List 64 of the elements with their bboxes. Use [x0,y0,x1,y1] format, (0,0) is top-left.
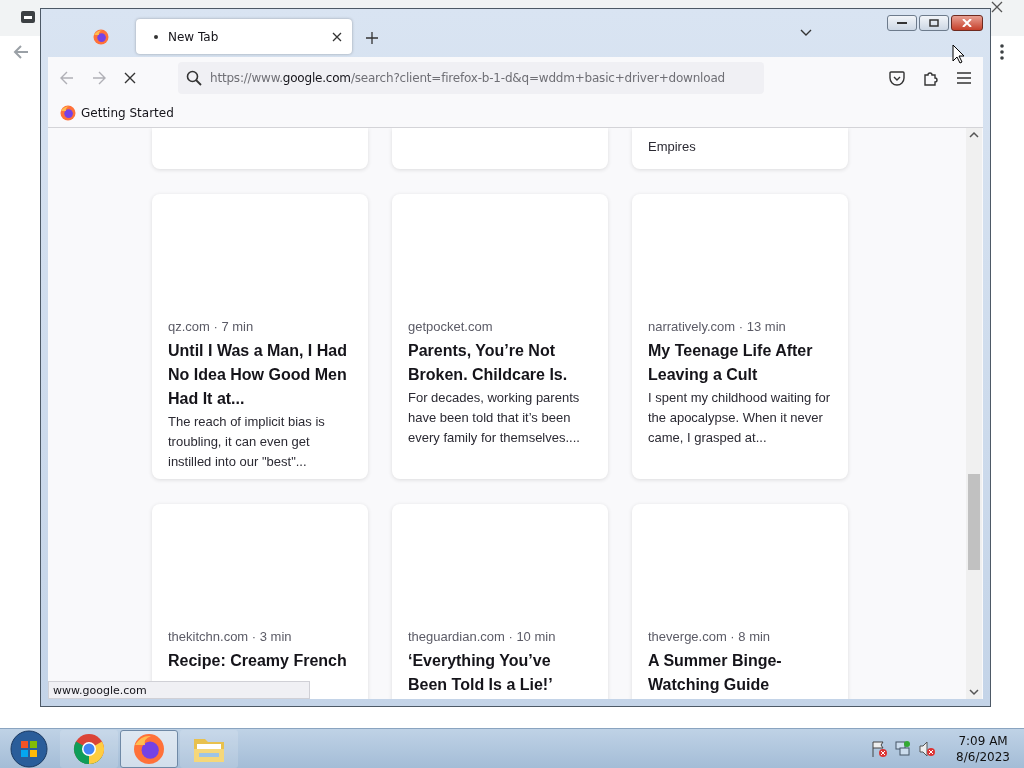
close-button[interactable] [951,15,983,31]
tab-title: New Tab [168,29,220,44]
flag-icon[interactable] [870,740,889,758]
close-icon[interactable] [990,1,1004,13]
time: 7:09 AM [958,733,1008,749]
network-icon[interactable] [894,740,913,758]
app-icon [21,11,35,23]
article-source: qz.com · 7 min [168,318,255,336]
article-excerpt: The reach of implicit bias is troubling, it can even get instilled into our "best"... [168,413,326,471]
article-source: narratively.com · 13 min [648,318,787,336]
pocket-icon[interactable] [889,70,905,86]
muted-speaker-icon[interactable] [918,740,937,758]
article-excerpt: For decades, working parents have been told that it’s been every family for themselves.... [408,389,581,447]
address-bar[interactable]: https://www.google.com/search?client=firefox-b-1-d&q=wddm+basic+driver+download [178,62,764,94]
article-source: getpocket.com [408,318,494,336]
article-title[interactable]: Until I Was a Man, I Had No Idea How Good Men Had It at... [168,339,352,411]
article-card[interactable]: narratively.com · 13 min My Teenage Life After Leaving a Cult I spent my childhood waiting for the apocalypse. When it never came, I grasped at... [632,194,848,479]
stop-icon[interactable] [124,72,136,84]
plus-icon[interactable] [366,32,378,44]
article-source: thekitchn.com · 3 min [168,628,293,646]
browser-tab[interactable]: New Tab [136,19,352,54]
article-card[interactable]: theverge.com · 8 min A Summer Binge-Watching Guide [632,504,848,699]
minimize-button[interactable] [887,15,917,31]
taskbar-app[interactable] [60,730,118,768]
bookmark[interactable]: Getting Started [60,105,174,121]
menu-icon[interactable] [957,72,971,84]
chrome-icon [73,733,105,765]
article-title[interactable]: My Teenage Life After Leaving a Cult [648,339,832,387]
dot-icon [154,34,158,39]
date: 8/6/2023 [956,749,1010,765]
article-source: theverge.com · 8 min [648,628,772,646]
article-excerpt: Empires [648,138,697,156]
restore-icon [929,19,939,27]
article-card[interactable]: qz.com · 7 min Until I Was a Man, I Had No Idea How Good Men Had It at... The reach of implicit bias is troubling, it can even get instilled into our "best"... [152,194,368,479]
taskbar-app[interactable] [120,730,178,768]
firefox-icon [133,733,165,765]
restore-button[interactable] [919,15,949,31]
status-tooltip: www.google.com [48,681,310,699]
article-card[interactable]: theguardian.com · 10 min ‘Everything You’ve Been Told Is a Lie!’ [392,504,608,699]
article-excerpt: I spent my childhood waiting for the apocalypse. When it never came, I grasped at... [648,389,832,447]
article-title[interactable]: A Summer Binge-Watching Guide [648,649,832,697]
article-title[interactable]: Recipe: Creamy French [168,649,352,673]
close-icon [962,19,972,27]
article-source: theguardian.com · 10 min [408,628,557,646]
back-arrow-icon[interactable] [13,44,29,60]
kebab-menu-icon[interactable] [1000,44,1004,60]
chevron-down-icon[interactable] [800,29,812,37]
article-title[interactable]: ‘Everything You’ve Been Told Is a Lie!’ [408,649,592,697]
scrollbar[interactable] [966,128,982,699]
minimize-icon [897,21,907,25]
url-text: https://www.google.com/search?client=firefox-b-1-d&q=wddm+basic+driver+download [210,71,725,85]
firefox-icon [92,28,109,45]
article-card[interactable]: thekitchn.com · 3 min Recipe: Creamy French [152,504,368,699]
firefox-icon [60,105,76,121]
start-button[interactable] [10,730,48,768]
clock[interactable]: 7:09 AM 8/6/2023 [956,733,1010,765]
scrollbar-thumb[interactable] [968,474,980,570]
bookmark-label: Getting Started [81,106,174,120]
close-icon[interactable] [332,31,342,42]
article-title[interactable]: Parents, You’re Not Broken. Childcare Is. [408,339,592,387]
puzzle-icon[interactable] [923,70,939,86]
search-icon [186,70,202,86]
article-card[interactable]: getpocket.com Parents, You’re Not Broken. Childcare Is. For decades, working parents have been told that it’s been every family for themselves.... [392,194,608,479]
article-card[interactable]: Empires [632,128,848,169]
